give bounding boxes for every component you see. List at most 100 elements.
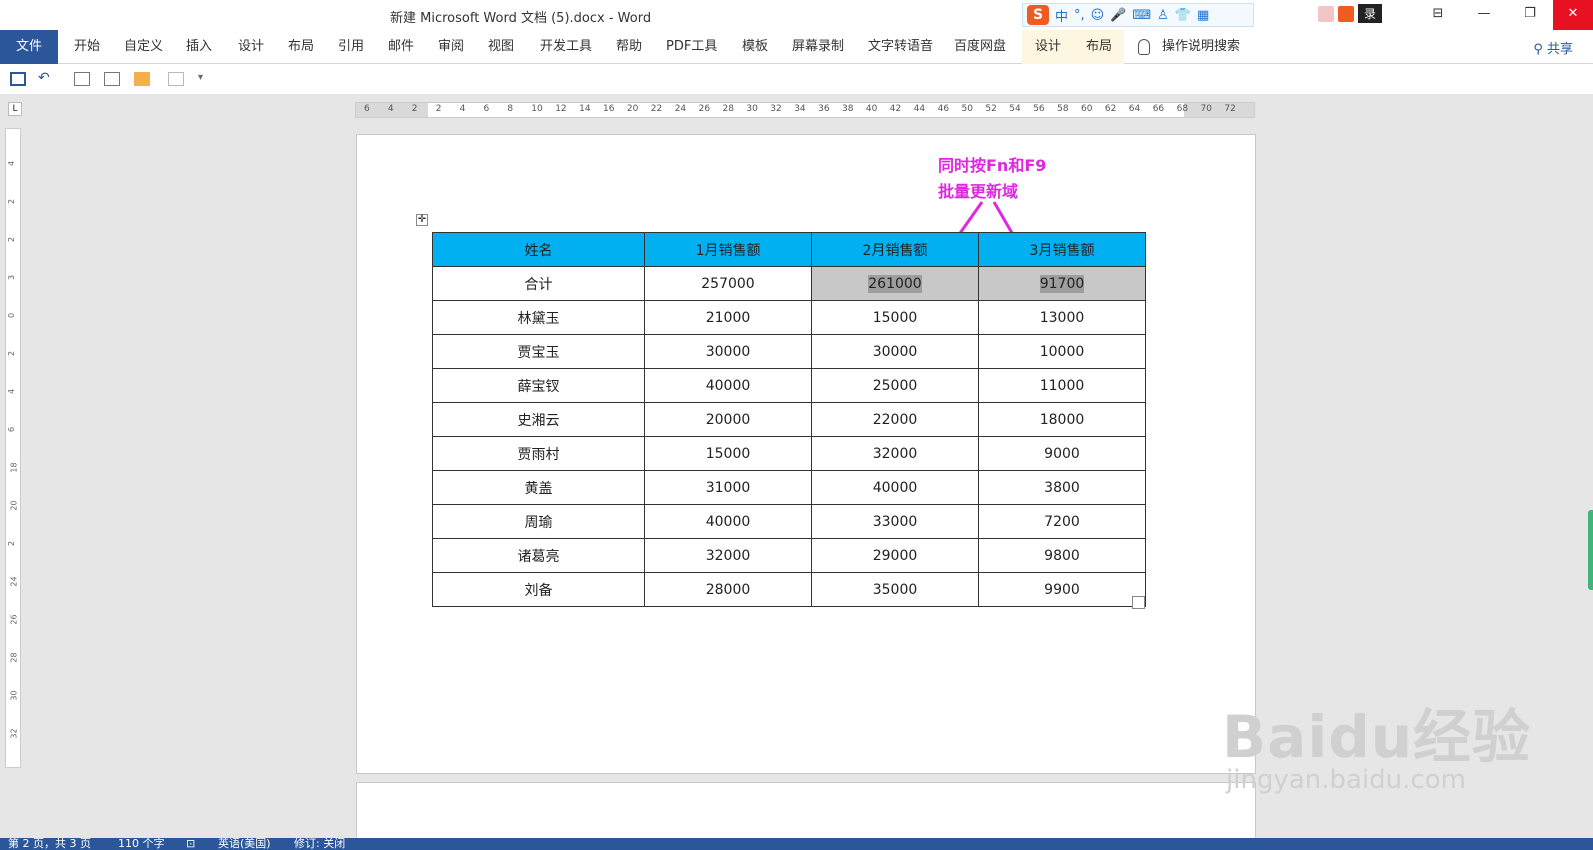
value-cell[interactable]: 28000 [644,572,812,607]
sales-table[interactable]: 姓名 1月销售额 2月销售额 3月销售额 合计 257000 261000 91700… [432,232,1146,607]
track-changes-status[interactable]: 修订: 关闭 [294,838,345,850]
ime-toolbar[interactable]: S 中 °, ☺ 🎤 ⌨ ♙ 👕 ▦ [1022,3,1254,27]
word-count[interactable]: 110 个字 [118,838,165,850]
tab-baidu-netdisk[interactable]: 百度网盘 [950,30,1010,64]
ime-punct-icon[interactable]: °, [1074,8,1085,23]
touch-mode-icon[interactable] [74,72,90,86]
value-cell[interactable]: 30000 [811,334,979,369]
value-cell[interactable]: 7200 [978,504,1146,539]
name-cell[interactable]: 贾宝玉 [432,334,645,369]
minimize-button[interactable]: — [1461,0,1507,30]
keyboard-icon[interactable]: ⌨ [1132,8,1151,23]
language-status[interactable]: 英语(美国) [218,838,271,850]
name-cell[interactable]: 林黛玉 [432,300,645,335]
tab-insert[interactable]: 插入 [182,30,216,64]
table-move-handle[interactable]: ✛ [416,214,428,226]
tab-home[interactable]: 开始 [70,30,104,64]
name-cell[interactable]: 诸葛亮 [432,538,645,573]
horizontal-ruler[interactable]: 6 4 2 2 4 6 8 10 12 14 16 20 22 24 26 28 30 32 34 36 38 40 42 4… [355,102,1255,118]
new-document-icon[interactable] [168,72,184,86]
tab-view[interactable]: 视图 [484,30,518,64]
value-cell[interactable]: 21000 [644,300,812,335]
sogou-logo-icon[interactable]: S [1027,5,1049,25]
header-name[interactable]: 姓名 [432,232,645,267]
value-cell[interactable]: 11000 [978,368,1146,403]
tab-review[interactable]: 审阅 [434,30,468,64]
tab-screen-record[interactable]: 屏幕录制 [788,30,848,64]
tab-developer[interactable]: 开发工具 [536,30,596,64]
emoji-icon[interactable]: ☺ [1091,8,1105,23]
value-cell[interactable]: 29000 [811,538,979,573]
tab-help[interactable]: 帮助 [612,30,646,64]
tab-mailings[interactable]: 邮件 [384,30,418,64]
value-cell[interactable]: 10000 [978,334,1146,369]
value-cell[interactable]: 30000 [644,334,812,369]
value-cell[interactable]: 40000 [644,504,812,539]
value-cell[interactable]: 9800 [978,538,1146,573]
login-label[interactable]: 录 [1358,4,1383,23]
tab-pdf-tools[interactable]: PDF工具 [662,30,721,64]
microphone-icon[interactable]: 🎤 [1110,8,1126,23]
tab-templates[interactable]: 模板 [738,30,772,64]
field-cell[interactable]: 91700 [978,266,1146,301]
sogou-tray-icon[interactable] [1338,5,1354,22]
header-mar[interactable]: 3月销售额 [978,232,1146,267]
comment-icon[interactable] [104,72,120,86]
ribbon-display-icon[interactable]: ⊟ [1415,0,1461,30]
header-feb[interactable]: 2月销售额 [811,232,979,267]
page-count[interactable]: 第 2 页，共 3 页 [8,838,91,850]
value-cell[interactable]: 9000 [978,436,1146,471]
table-resize-handle[interactable] [1132,596,1145,609]
value-cell[interactable]: 3800 [978,470,1146,505]
header-jan[interactable]: 1月销售额 [644,232,812,267]
proofing-icon[interactable]: ⊡ [186,838,195,850]
restore-button[interactable]: ❐ [1507,0,1553,30]
name-cell[interactable]: 刘备 [432,572,645,607]
value-cell[interactable]: 25000 [811,368,979,403]
name-cell[interactable]: 合计 [432,266,645,301]
grid-icon[interactable]: ▦ [1197,8,1209,23]
ime-mode-label[interactable]: 中 [1055,6,1068,25]
value-cell[interactable]: 33000 [811,504,979,539]
value-cell[interactable]: 32000 [811,436,979,471]
field-cell[interactable]: 261000 [811,266,979,301]
value-cell[interactable]: 18000 [978,402,1146,437]
save-icon[interactable] [10,72,26,86]
value-cell[interactable]: 20000 [644,402,812,437]
value-cell[interactable]: 35000 [811,572,979,607]
undo-icon[interactable]: ↶ [38,71,54,86]
tab-custom[interactable]: 自定义 [120,30,167,64]
tab-file[interactable]: 文件 [0,30,58,64]
value-cell[interactable]: 9900 [978,572,1146,607]
value-cell[interactable]: 15000 [644,436,812,471]
document-page[interactable]: 同时按Fn和F9 批量更新域 ✛ 姓名 1月销售额 2月销售额 3月销售额 合计… [356,134,1256,774]
close-button[interactable]: ✕ [1553,0,1593,30]
name-cell[interactable]: 薛宝钗 [432,368,645,403]
value-cell[interactable]: 15000 [811,300,979,335]
side-tab[interactable] [1588,510,1593,590]
tab-layout[interactable]: 布局 [284,30,318,64]
tab-table-layout[interactable]: 布局 [1074,30,1124,64]
next-page[interactable] [356,782,1256,842]
shirt-icon[interactable]: 👕 [1175,8,1191,23]
vertical-ruler[interactable]: 4 2 2 3 0 2 4 6 18 20 2 24 26 28 30 32 [5,128,21,768]
tab-table-design[interactable]: 设计 [1022,30,1074,64]
value-cell[interactable]: 22000 [811,402,979,437]
pdf-icon[interactable] [1318,5,1334,22]
name-cell[interactable]: 贾雨村 [432,436,645,471]
tab-design[interactable]: 设计 [234,30,268,64]
name-cell[interactable]: 史湘云 [432,402,645,437]
paste-icon[interactable] [134,72,150,86]
name-cell[interactable]: 黄盖 [432,470,645,505]
value-cell[interactable]: 32000 [644,538,812,573]
value-cell[interactable]: 40000 [644,368,812,403]
customize-qat-icon[interactable]: ▾ [198,72,214,86]
tab-stop-selector[interactable]: L [8,102,22,116]
name-cell[interactable]: 周瑜 [432,504,645,539]
lightbulb-icon[interactable] [1138,39,1150,55]
share-button[interactable]: ⚲ 共享 [1533,38,1573,57]
person-icon[interactable]: ♙ [1157,8,1169,23]
value-cell[interactable]: 40000 [811,470,979,505]
tab-text-to-speech[interactable]: 文字转语音 [864,30,937,64]
value-cell[interactable]: 31000 [644,470,812,505]
